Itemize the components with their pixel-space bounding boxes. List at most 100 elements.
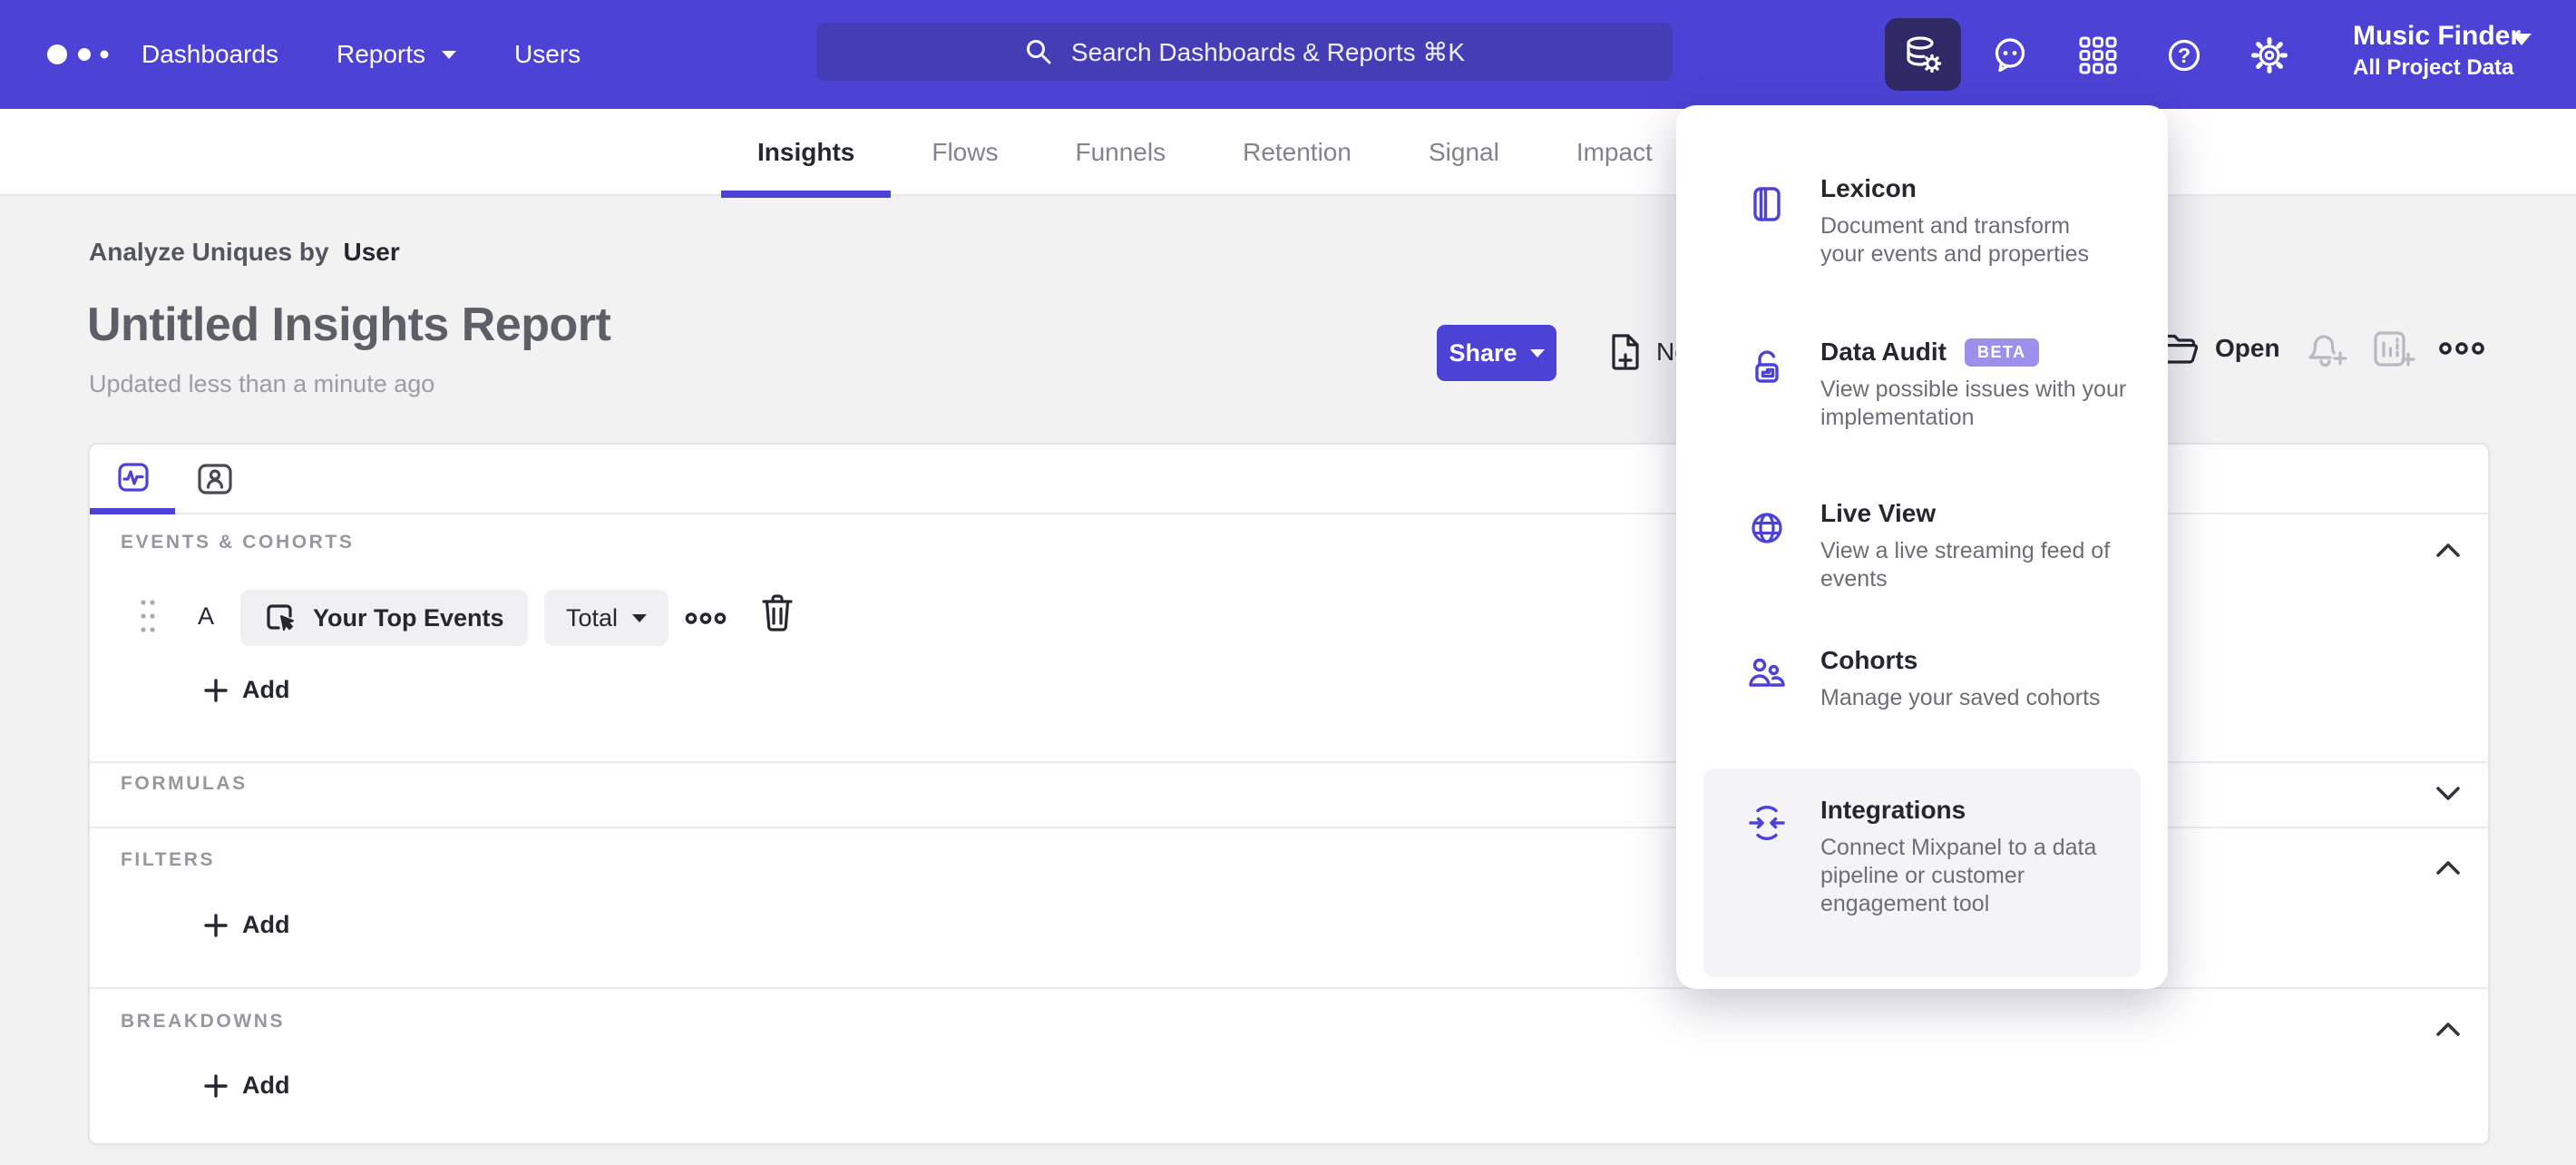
- menu-item-description: View possible issues with your implementa…: [1820, 377, 2127, 430]
- nav-reports[interactable]: Reports: [336, 40, 457, 69]
- menu-item-title: Cohorts: [1820, 646, 1918, 674]
- nav-users[interactable]: Users: [514, 40, 581, 69]
- events-view-tab[interactable]: [117, 461, 150, 495]
- profiles-view-tab[interactable]: [197, 463, 233, 495]
- aggregation-selector[interactable]: Total: [544, 590, 669, 646]
- chevron-down-icon: [2512, 34, 2532, 62]
- tab-impact[interactable]: Impact: [1540, 109, 1689, 196]
- collapse-breakdowns-button[interactable]: [2434, 1020, 2463, 1040]
- menu-item-title: Integrations: [1820, 796, 1966, 824]
- feedback-button[interactable]: [1989, 34, 2031, 76]
- lexicon-book-icon: [1746, 183, 1788, 225]
- delete-row-button[interactable]: [761, 593, 794, 633]
- collapse-events-button[interactable]: [2434, 541, 2463, 561]
- menu-item-title: Live View: [1820, 499, 1937, 527]
- apps-grid-button[interactable]: [2077, 34, 2119, 76]
- new-document-icon: [1607, 332, 1642, 372]
- filters-label: FILTERS: [121, 849, 216, 870]
- search-icon: [1024, 37, 1053, 66]
- add-filter-button[interactable]: Add: [204, 911, 289, 939]
- data-audit-lock-icon: [1746, 347, 1788, 388]
- mixpanel-app: Dashboards Reports Users Search Dashboar…: [0, 0, 2576, 1165]
- updated-timestamp: Updated less than a minute ago: [89, 370, 435, 397]
- tab-flows[interactable]: Flows: [895, 109, 1034, 196]
- open-button-label: Open: [2215, 334, 2280, 362]
- project-name: Music Finder: [2353, 21, 2522, 51]
- tab-insights-label: Insights: [757, 138, 855, 166]
- analyze-uniques-by[interactable]: Analyze Uniques by User: [89, 238, 400, 267]
- drag-dots-icon: [141, 600, 155, 632]
- settings-button[interactable]: [2249, 34, 2290, 76]
- tab-funnels[interactable]: Funnels: [1039, 109, 1202, 196]
- row-more-button[interactable]: [685, 612, 727, 625]
- plus-icon: [204, 913, 228, 937]
- tab-retention[interactable]: Retention: [1206, 109, 1388, 196]
- tab-retention-label: Retention: [1243, 138, 1351, 166]
- project-selector[interactable]: Music Finder All Project Data: [2353, 20, 2521, 82]
- help-button[interactable]: ?: [2163, 34, 2205, 76]
- tab-insights[interactable]: Insights: [721, 109, 892, 198]
- live-view-globe-icon: [1746, 508, 1788, 550]
- add-event-button[interactable]: Add: [204, 676, 289, 704]
- plus-icon: [204, 1073, 228, 1098]
- nav-dashboards[interactable]: Dashboards: [141, 40, 278, 69]
- beta-badge: BETA: [1964, 338, 2039, 367]
- formulas-label: FORMULAS: [121, 773, 248, 794]
- add-to-board-button[interactable]: [2371, 328, 2418, 372]
- apps-grid-icon: [2079, 36, 2117, 74]
- tab-flows-label: Flows: [932, 138, 999, 166]
- search-placeholder: Search Dashboards & Reports ⌘K: [1070, 37, 1466, 66]
- menu-item-description: Connect Mixpanel to a data pipeline or cu…: [1820, 835, 2097, 916]
- menu-item-title: Data Audit: [1820, 338, 1947, 366]
- expand-formulas-button[interactable]: [2434, 783, 2463, 803]
- add-label: Add: [242, 911, 290, 938]
- data-management-button[interactable]: [1885, 18, 1961, 91]
- svg-text:?: ?: [2178, 44, 2191, 67]
- nav-reports-label: Reports: [336, 40, 426, 68]
- data-management-icon: [1902, 34, 1944, 75]
- top-navbar: Dashboards Reports Users Search Dashboar…: [0, 0, 2576, 109]
- event-selector-button[interactable]: Your Top Events: [240, 590, 528, 646]
- menu-item-integrations[interactable]: Integrations Connect Mixpanel to a data p…: [1820, 796, 2147, 918]
- open-button[interactable]: Open: [2159, 330, 2280, 367]
- ellipsis-icon: [685, 612, 727, 624]
- menu-item-live-view[interactable]: Live View View a live streaming feed of e…: [1820, 499, 2147, 593]
- events-cohorts-label: EVENTS & COHORTS: [121, 532, 355, 553]
- ellipsis-icon: [2439, 342, 2484, 355]
- mixpanel-logo-icon[interactable]: [36, 31, 118, 78]
- chevron-up-icon: [2436, 861, 2460, 875]
- drag-handle[interactable]: [138, 595, 158, 637]
- collapse-filters-button[interactable]: [2434, 858, 2463, 878]
- project-scope: All Project Data: [2353, 55, 2514, 80]
- add-alert-button[interactable]: [2302, 328, 2349, 372]
- add-label: Add: [242, 1072, 290, 1099]
- nav-dashboards-label: Dashboards: [141, 40, 278, 68]
- menu-item-cohorts[interactable]: Cohorts Manage your saved cohorts: [1820, 646, 2147, 712]
- add-breakdown-button[interactable]: Add: [204, 1072, 289, 1100]
- menu-item-title: Lexicon: [1820, 174, 1917, 202]
- integrations-sync-icon: [1746, 802, 1788, 844]
- menu-item-description: Document and transform your events and pr…: [1820, 213, 2090, 267]
- aggregation-value: Total: [566, 603, 619, 631]
- chevron-down-icon: [2436, 787, 2460, 800]
- chevron-down-icon: [1529, 348, 1545, 357]
- more-actions-button[interactable]: [2438, 341, 2485, 356]
- menu-item-data-audit[interactable]: Data Audit BETA View possible issues wit…: [1820, 338, 2147, 432]
- bell-plus-icon: [2308, 335, 2347, 367]
- page-title[interactable]: Untitled Insights Report: [87, 298, 611, 352]
- tab-impact-label: Impact: [1576, 138, 1653, 166]
- settings-gear-icon: [2251, 37, 2288, 73]
- menu-item-lexicon[interactable]: Lexicon Document and transform your event…: [1820, 174, 2147, 269]
- search-input[interactable]: Search Dashboards & Reports ⌘K: [816, 23, 1673, 81]
- active-tab-underline: [90, 508, 175, 514]
- report-tabs: Insights Flows Funnels Retention Signal …: [721, 109, 1689, 198]
- add-label: Add: [242, 676, 290, 703]
- nav-users-label: Users: [514, 40, 581, 68]
- share-button[interactable]: Share: [1437, 325, 1556, 381]
- series-letter: A: [198, 602, 215, 630]
- analyze-value[interactable]: User: [344, 238, 400, 266]
- event-click-icon: [264, 602, 297, 634]
- chart-add-icon: [2374, 331, 2415, 367]
- help-icon: ?: [2168, 39, 2200, 72]
- tab-signal[interactable]: Signal: [1392, 109, 1536, 196]
